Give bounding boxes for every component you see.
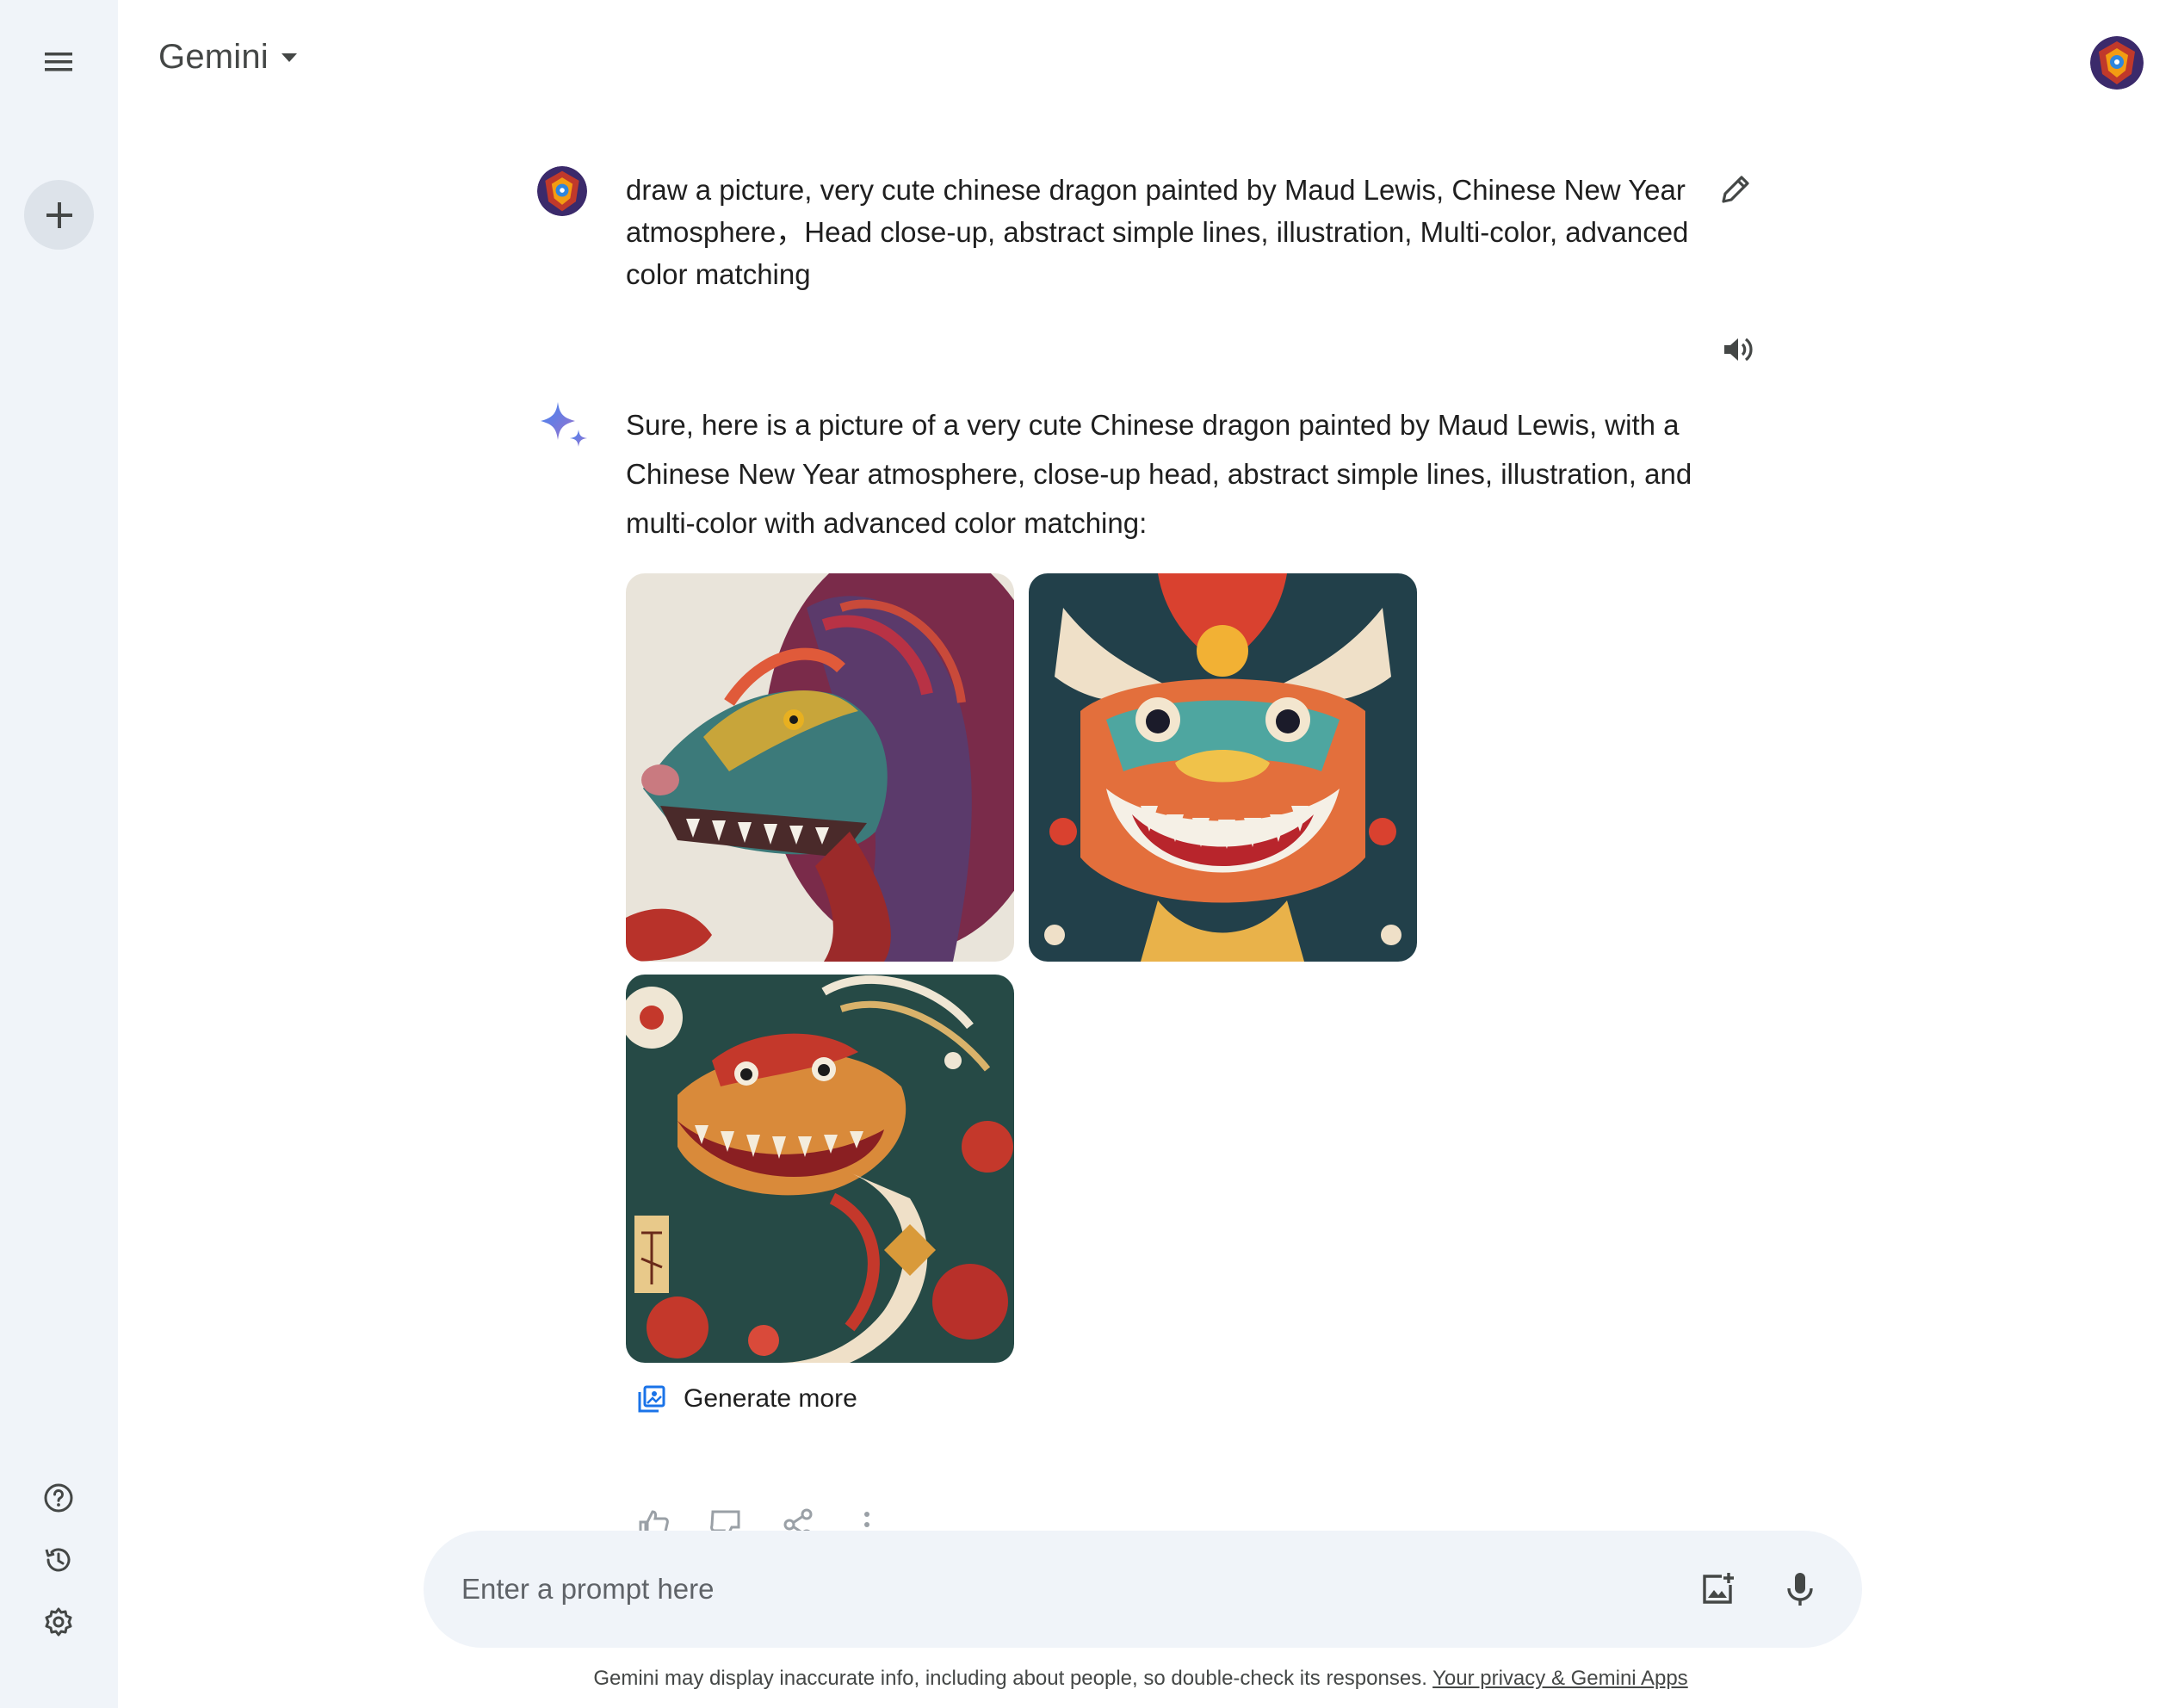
avatar-image — [2090, 36, 2144, 90]
sidebar-rail — [0, 0, 118, 1708]
caret-down-icon — [281, 53, 297, 62]
microphone-icon — [1787, 1573, 1813, 1606]
share-button[interactable] — [779, 1508, 817, 1532]
response-actions — [626, 1505, 901, 1532]
history-icon — [45, 1548, 71, 1572]
user-avatar — [537, 166, 587, 216]
response-text: Sure, here is a picture of a very cute C… — [626, 409, 1692, 539]
thumbs-up-icon — [639, 1510, 669, 1532]
help-icon — [44, 1483, 73, 1513]
image-stack-icon — [638, 1385, 665, 1413]
listen-button[interactable] — [1717, 329, 1759, 370]
privacy-link[interactable]: Your privacy & Gemini Apps — [1432, 1667, 1688, 1690]
gear-icon — [45, 1607, 72, 1637]
sparkle-icon — [537, 400, 591, 454]
thumbs-down-icon — [710, 1510, 740, 1532]
share-icon — [783, 1508, 813, 1532]
activity-button[interactable] — [38, 1539, 79, 1581]
pencil-icon — [1722, 176, 1749, 203]
more-vert-icon — [864, 1512, 869, 1527]
generated-image-3[interactable] — [626, 975, 1014, 1363]
thumbs-up-button[interactable] — [634, 1508, 672, 1532]
user-prompt-text: draw a picture, very cute chinese dragon… — [626, 174, 1689, 290]
edit-prompt-button[interactable] — [1715, 169, 1756, 210]
generate-more-label: Generate more — [684, 1384, 857, 1413]
menu-icon — [45, 53, 72, 71]
generate-more-button[interactable]: Generate more — [637, 1384, 857, 1414]
app-title: Gemini — [158, 38, 269, 76]
plus-icon — [46, 201, 72, 228]
account-avatar[interactable] — [2090, 36, 2144, 90]
prompt-input[interactable] — [460, 1572, 1692, 1606]
new-chat-button[interactable] — [24, 180, 94, 250]
add-image-icon — [1703, 1573, 1734, 1604]
disclaimer-text: Gemini may display inaccurate info, incl… — [593, 1667, 1427, 1690]
prompt-bar — [424, 1531, 1862, 1648]
speaker-icon — [1724, 337, 1753, 362]
model-switcher[interactable]: Gemini — [158, 38, 298, 77]
main-menu-button[interactable] — [33, 41, 84, 83]
upload-image-button[interactable] — [1692, 1563, 1743, 1615]
generated-image-1[interactable] — [626, 573, 1014, 962]
disclaimer: Gemini may display inaccurate info, incl… — [0, 1667, 2178, 1691]
microphone-button[interactable] — [1774, 1563, 1826, 1615]
settings-button[interactable] — [38, 1601, 79, 1643]
generated-image-2[interactable] — [1029, 573, 1417, 962]
help-button[interactable] — [38, 1477, 79, 1519]
more-options-button[interactable] — [848, 1508, 886, 1532]
thumbs-down-button[interactable] — [707, 1508, 745, 1532]
